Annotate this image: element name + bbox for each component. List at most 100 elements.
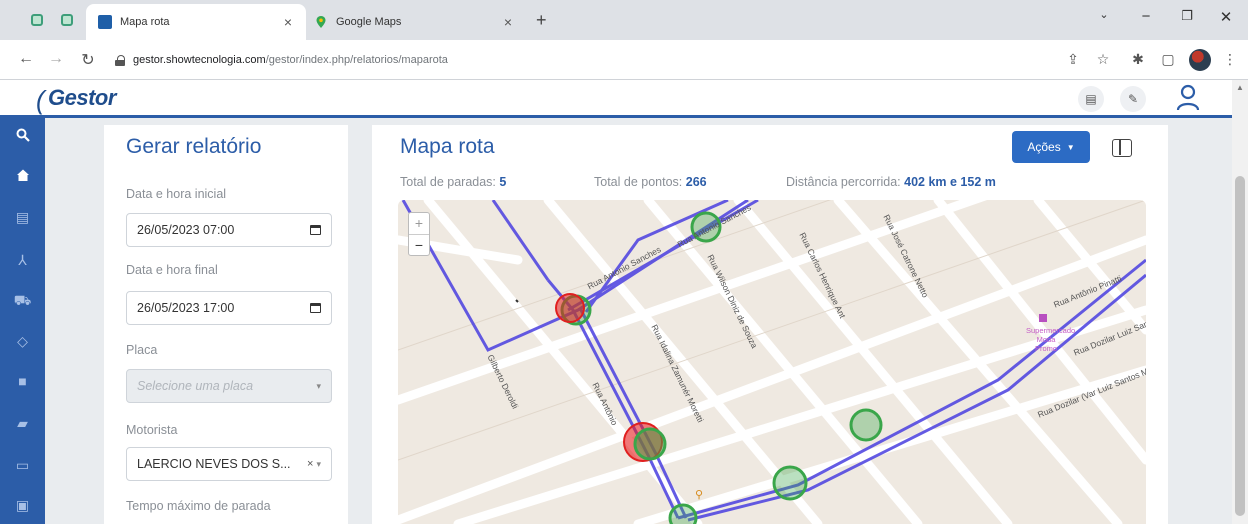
share-icon: ⅄ <box>18 251 27 268</box>
points-value: 266 <box>685 175 707 189</box>
home-icon <box>16 169 29 181</box>
calendar-icon[interactable] <box>310 225 321 235</box>
svg-text:⚲: ⚲ <box>695 488 703 501</box>
tab-mapa-rota[interactable]: Mapa rota × <box>86 4 306 40</box>
calendar-icon[interactable] <box>310 303 321 313</box>
start-datetime-value: 26/05/2023 07:00 <box>137 223 235 237</box>
logo-swoosh-icon: ( <box>36 85 45 115</box>
plate-placeholder: Selecione uma placa <box>137 379 254 393</box>
minimize-icon[interactable]: − <box>1133 8 1159 25</box>
tab-label: Google Maps <box>336 16 402 28</box>
start-datetime-label: Data e hora inicial <box>126 187 227 201</box>
poi-label: Supermercado Moda Promo <box>1026 326 1076 353</box>
profile-avatar[interactable] <box>1189 49 1211 71</box>
url-host: gestor.showtecnologia.com <box>133 54 266 66</box>
browser-tab-strip: Mapa rota × Google Maps × + ⌄ − ❐ ✕ <box>0 0 1248 40</box>
distance-value: 402 km e 152 m <box>904 175 996 189</box>
sidepanel-icon[interactable]: ▢ <box>1158 51 1178 68</box>
start-datetime-input[interactable]: 26/05/2023 07:00 <box>126 213 332 247</box>
gestor-logo[interactable]: ( Gestor <box>36 85 116 115</box>
driver-value: LAERCIO NEVES DOS S... <box>137 457 291 471</box>
sidebar-item-messages[interactable]: ■ <box>0 366 45 396</box>
address-bar: ← → ↻ gestor.showtecnologia.com/gestor/i… <box>0 40 1248 80</box>
gestor-favicon-icon <box>98 15 112 29</box>
close-window-icon[interactable]: ✕ <box>1213 8 1239 26</box>
extensions-icon[interactable]: ✱ <box>1128 51 1148 68</box>
map-pin-icon <box>316 16 326 28</box>
folder-icon: ▭ <box>15 456 30 473</box>
sidebar-item-share[interactable]: ⅄ <box>0 245 45 275</box>
tab-google-maps[interactable]: Google Maps × <box>306 4 526 40</box>
map-title: Mapa rota <box>400 135 495 158</box>
report-icon: ▤ <box>15 208 30 225</box>
stops-label: Total de paradas: <box>400 175 496 189</box>
chevron-down-icon: ▾ <box>316 458 321 469</box>
search-icon <box>16 128 30 142</box>
clipboard-icon[interactable]: ▤ <box>1078 86 1104 112</box>
lock-icon <box>115 54 125 66</box>
report-form-panel: Gerar relatório Data e hora inicial 26/0… <box>104 125 348 524</box>
back-icon[interactable]: ← <box>14 50 38 68</box>
clear-icon[interactable]: × <box>307 458 313 470</box>
points-stat: Total de pontos: 266 <box>594 175 707 189</box>
sidebar-item-home[interactable] <box>0 160 45 190</box>
menu-kebab-icon[interactable]: ⋮ <box>1220 51 1240 68</box>
map-canvas[interactable]: ⚲ <box>398 200 1146 524</box>
url-input[interactable]: gestor.showtecnologia.com/gestor/index.p… <box>115 47 1055 73</box>
actions-label: Ações <box>1027 140 1061 154</box>
stops-stat: Total de paradas: 5 <box>400 175 506 189</box>
sidebar-item-vehicles[interactable]: ⛟ <box>0 286 45 316</box>
scrollbar-thumb[interactable] <box>1235 176 1245 516</box>
tab-group-icon[interactable] <box>26 9 48 31</box>
forward-icon[interactable]: → <box>44 50 68 68</box>
tab-label: Mapa rota <box>120 16 170 28</box>
sidebar-item-security[interactable]: ◇ <box>0 326 45 356</box>
logo-text: Gestor <box>48 85 116 110</box>
end-datetime-value: 26/05/2023 17:00 <box>137 301 235 315</box>
new-tab-icon[interactable]: + <box>536 10 547 31</box>
car-icon: ⛟ <box>13 291 32 308</box>
points-label: Total de pontos: <box>594 175 683 189</box>
sidebar: ▤ ⅄ ⛟ ◇ ■ ▰ ▭ ▣ <box>0 118 45 524</box>
driver-select[interactable]: LAERCIO NEVES DOS S... × ▾ <box>126 447 332 481</box>
route-map[interactable]: ⚲ + − Rua Wilson Diniz de Souza Rua Carl… <box>398 200 1146 524</box>
zoom-in-button[interactable]: + <box>409 213 429 234</box>
chat-icon: ■ <box>18 373 27 389</box>
sidebar-item-drivers[interactable]: ▣ <box>0 490 45 520</box>
stops-value: 5 <box>499 175 507 189</box>
edit-pencil-icon[interactable]: ✎ <box>1120 86 1146 112</box>
distance-stat: Distância percorrida: 402 km e 152 m <box>786 175 996 189</box>
reload-icon[interactable]: ↻ <box>76 50 100 70</box>
share-icon[interactable]: ⇪ <box>1063 51 1083 68</box>
map-route-panel: Mapa rota Ações ▼ Total de paradas: 5 Tot… <box>372 125 1168 524</box>
distance-label: Distância percorrida: <box>786 175 901 189</box>
tab-group-icon[interactable] <box>56 9 78 31</box>
sidebar-item-search[interactable] <box>0 120 45 150</box>
caret-down-icon: ▼ <box>1066 142 1075 152</box>
url-path: /gestor/index.php/relatorios/maparota <box>265 54 448 66</box>
chevron-down-icon[interactable]: ⌄ <box>1091 8 1117 21</box>
restore-icon[interactable]: ❐ <box>1174 8 1200 24</box>
driver-label: Motorista <box>126 423 178 437</box>
end-datetime-input[interactable]: 26/05/2023 17:00 <box>126 291 332 325</box>
actions-button[interactable]: Ações ▼ <box>1012 131 1090 163</box>
close-icon[interactable]: × <box>278 14 298 30</box>
expand-panel-icon[interactable] <box>1112 139 1132 157</box>
end-datetime-label: Data e hora final <box>126 263 218 277</box>
scroll-up-icon[interactable]: ▲ <box>1236 83 1244 92</box>
zoom-out-button[interactable]: − <box>409 234 429 255</box>
sidebar-item-files[interactable]: ▭ <box>0 450 45 480</box>
app-header: ( Gestor ▤ ✎ <box>0 80 1232 118</box>
id-card-icon: ▣ <box>15 496 30 513</box>
truck-icon: ▰ <box>17 414 28 431</box>
shield-icon: ◇ <box>17 332 28 349</box>
sidebar-item-reports[interactable]: ▤ <box>0 202 45 232</box>
map-zoom-control: + − <box>408 212 430 256</box>
chevron-down-icon: ▾ <box>316 380 321 391</box>
plate-select[interactable]: Selecione uma placa ▾ <box>126 369 332 403</box>
plate-label: Placa <box>126 343 158 357</box>
user-icon[interactable] <box>1176 84 1200 112</box>
close-icon[interactable]: × <box>498 14 518 30</box>
sidebar-item-fleet[interactable]: ▰ <box>0 408 45 438</box>
bookmark-star-icon[interactable]: ☆ <box>1093 51 1113 68</box>
